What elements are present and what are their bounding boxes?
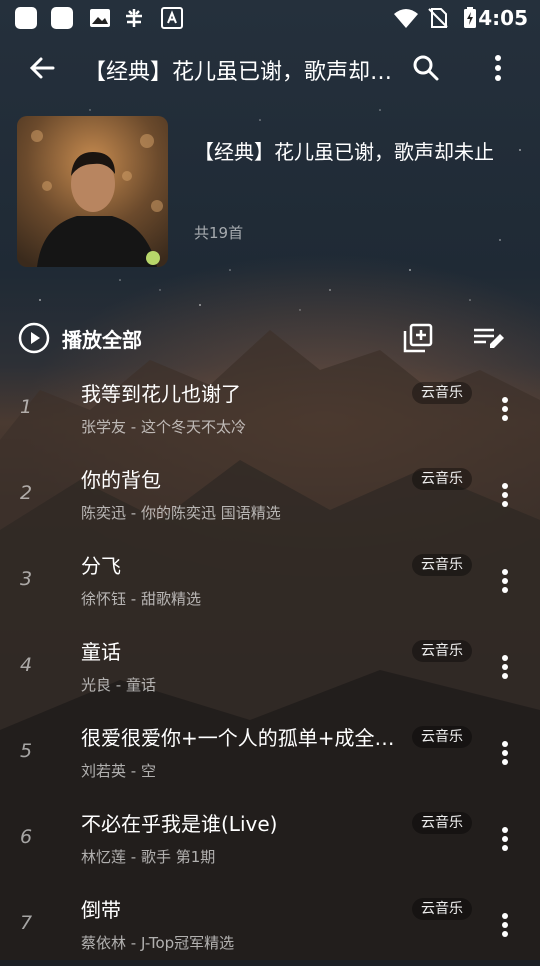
song-row[interactable]: 2 你的背包陈奕迅 - 你的陈奕迅 国语精选 云音乐 xyxy=(0,450,540,536)
source-badge: 云音乐 xyxy=(412,468,472,490)
search-icon xyxy=(413,55,439,81)
song-index: 5 xyxy=(20,740,33,762)
song-row[interactable]: 3 分飞徐怀钰 - 甜歌精选 云音乐 xyxy=(0,536,540,622)
song-artist-album: 光良 - 童话 xyxy=(81,676,156,694)
song-index: 7 xyxy=(20,912,33,934)
song-more-button[interactable] xyxy=(492,736,518,770)
add-to-library-button[interactable] xyxy=(398,318,438,358)
more-vertical-icon xyxy=(495,55,501,81)
more-vertical-icon xyxy=(502,827,508,851)
song-title: 我等到花儿也谢了 xyxy=(81,382,241,406)
more-vertical-icon xyxy=(502,741,508,765)
image-icon xyxy=(88,6,112,30)
toolbar: 【经典】花儿虽已谢，歌声却未止 xyxy=(0,36,540,100)
song-title: 童话 xyxy=(81,640,121,664)
song-index: 4 xyxy=(20,654,33,676)
song-row[interactable]: 7 倒带蔡依林 - J-Top冠军精选 云音乐 xyxy=(0,880,540,966)
song-index: 1 xyxy=(20,396,33,418)
song-more-button[interactable] xyxy=(492,822,518,856)
song-artist-album: 林忆莲 - 歌手 第1期 xyxy=(81,848,216,866)
source-badge: 云音乐 xyxy=(412,726,472,748)
song-more-button[interactable] xyxy=(492,392,518,426)
song-title: 分飞 xyxy=(81,554,121,578)
song-more-button[interactable] xyxy=(492,650,518,684)
back-button[interactable] xyxy=(18,44,66,92)
more-options-button[interactable] xyxy=(474,44,522,92)
source-badge: 云音乐 xyxy=(412,640,472,662)
playlist-edit-icon xyxy=(474,328,504,348)
song-title: 不必在乎我是谁(Live) xyxy=(81,812,278,836)
playlist-song-count: 共19首 xyxy=(194,224,244,242)
clock: 4:05 xyxy=(478,6,528,30)
font-icon xyxy=(160,6,184,30)
song-more-button[interactable] xyxy=(492,564,518,598)
more-vertical-icon xyxy=(502,569,508,593)
more-vertical-icon xyxy=(502,397,508,421)
playlist-cover-image[interactable] xyxy=(17,116,168,267)
more-vertical-icon xyxy=(502,483,508,507)
more-vertical-icon xyxy=(502,913,508,937)
status-bar: 4:05 xyxy=(0,0,540,36)
add-to-library-icon xyxy=(403,323,433,353)
play-circle-icon xyxy=(18,322,50,354)
song-row[interactable]: 6 不必在乎我是谁(Live) 林忆莲 - 歌手 第1期 云音乐 xyxy=(0,794,540,880)
play-all-button[interactable]: 播放全部 xyxy=(18,321,142,355)
song-artist-album: 刘若英 - 空 xyxy=(81,762,156,780)
song-more-button[interactable] xyxy=(492,908,518,942)
source-badge: 云音乐 xyxy=(412,812,472,834)
play-all-label: 播放全部 xyxy=(62,327,142,352)
song-title: 你的背包 xyxy=(81,468,161,492)
source-badge: 云音乐 xyxy=(412,382,472,404)
song-artist-album: 徐怀钰 - 甜歌精选 xyxy=(81,590,201,608)
app-icon-square xyxy=(14,6,38,30)
song-index: 6 xyxy=(20,826,33,848)
song-list: 1 我等到花儿也谢了 张学友 - 这个冬天不太冷 云音乐 2 你的背包 陈奕迅 - 你的陈奕… xyxy=(0,364,540,966)
app-icon-square xyxy=(50,6,74,30)
song-title: 倒带 xyxy=(81,898,121,922)
song-row[interactable]: 5 很爱很爱你+一个人的孤单+成全+浪... 刘若英 - 空 云音乐 xyxy=(0,708,540,794)
wifi-icon xyxy=(392,6,420,30)
song-more-button[interactable] xyxy=(492,478,518,512)
song-artist-album: 陈奕迅 - 你的陈奕迅 国语精选 xyxy=(81,504,281,522)
more-vertical-icon xyxy=(502,655,508,679)
arrow-left-icon xyxy=(29,57,55,79)
song-row[interactable]: 4 童话光良 - 童话 云音乐 xyxy=(0,622,540,708)
bug-icon xyxy=(122,6,146,30)
source-badge: 云音乐 xyxy=(412,898,472,920)
song-artist-album: 张学友 - 这个冬天不太冷 xyxy=(81,418,246,436)
toolbar-title: 【经典】花儿虽已谢，歌声却未止 xyxy=(84,60,394,85)
song-row[interactable]: 1 我等到花儿也谢了张学友 - 这个冬天不太冷 云音乐 xyxy=(0,364,540,450)
search-button[interactable] xyxy=(402,44,450,92)
source-badge: 云音乐 xyxy=(412,554,472,576)
song-artist-album: 蔡依林 - J-Top冠军精选 xyxy=(81,934,235,952)
no-sim-icon xyxy=(426,6,450,30)
playlist-title: 【经典】花儿虽已谢，歌声却未止 xyxy=(194,140,494,164)
edit-playlist-button[interactable] xyxy=(468,318,508,358)
song-title: 很爱很爱你+一个人的孤单+成全+浪... xyxy=(81,726,399,750)
song-index: 2 xyxy=(20,482,33,504)
song-index: 3 xyxy=(20,568,33,590)
